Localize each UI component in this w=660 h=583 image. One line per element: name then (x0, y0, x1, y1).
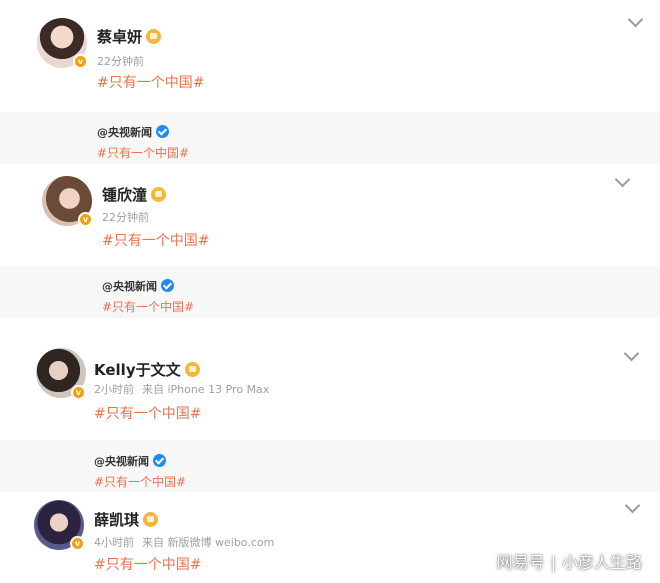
post-meta: 22分钟前 (102, 211, 149, 224)
verified-icon (161, 279, 174, 292)
chevron-down-icon[interactable] (627, 11, 644, 28)
repost-topic-link[interactable]: #只有一个中国# (97, 144, 189, 161)
repost-card[interactable]: @央视新闻 #只有一个中国# (0, 112, 660, 164)
repost-card[interactable]: @央视新闻 #只有一个中国# (0, 440, 660, 492)
post-author[interactable]: 薛凯琪 (94, 509, 159, 530)
weibo-post: v Kelly于文文 2小时前 来自 iPhone 13 Pro Max #只有一… (0, 336, 660, 440)
chevron-down-icon[interactable] (623, 345, 640, 362)
repost-user[interactable]: @央视新闻 (97, 124, 169, 140)
repost-card[interactable]: @央视新闻 #只有一个中国# (0, 266, 660, 318)
repost-user[interactable]: @央视新闻 (94, 453, 166, 469)
verified-badge-icon: v (73, 54, 88, 69)
verified-badge-icon: v (78, 212, 93, 227)
verified-badge-icon: v (71, 385, 86, 400)
post-author[interactable]: Kelly于文文 (94, 359, 200, 380)
topic-link[interactable]: #只有一个中国# (102, 230, 209, 250)
post-meta: 4小时前 来自 新版微博 weibo.com (94, 536, 275, 549)
topic-link[interactable]: #只有一个中国# (97, 72, 204, 92)
post-meta: 2小时前 来自 iPhone 13 Pro Max (94, 383, 270, 396)
post-author[interactable]: 蔡卓妍 (97, 26, 162, 47)
weibo-post: v 蔡卓妍 22分钟前 #只有一个中国# (0, 0, 660, 112)
repost-topic-link[interactable]: #只有一个中国# (102, 298, 194, 315)
chevron-down-icon[interactable] (614, 171, 631, 188)
watermark: 网易号 | 小彦人生路 (496, 553, 642, 572)
verified-icon (153, 454, 166, 467)
vip-crown-icon (184, 362, 200, 377)
verified-icon (156, 125, 169, 138)
topic-link[interactable]: #只有一个中国# (94, 403, 201, 423)
vip-crown-icon (151, 187, 167, 202)
weibo-post: v 锺欣潼 22分钟前 #只有一个中国# (0, 164, 660, 266)
repost-user[interactable]: @央视新闻 (102, 278, 174, 294)
vip-crown-icon (143, 512, 159, 527)
post-meta: 22分钟前 (97, 55, 144, 68)
topic-link[interactable]: #只有一个中国# (94, 554, 201, 574)
chevron-down-icon[interactable] (624, 497, 641, 514)
verified-badge-icon: v (70, 536, 85, 551)
post-author[interactable]: 锺欣潼 (102, 184, 167, 205)
vip-crown-icon (146, 29, 162, 44)
repost-topic-link[interactable]: #只有一个中国# (94, 473, 186, 490)
